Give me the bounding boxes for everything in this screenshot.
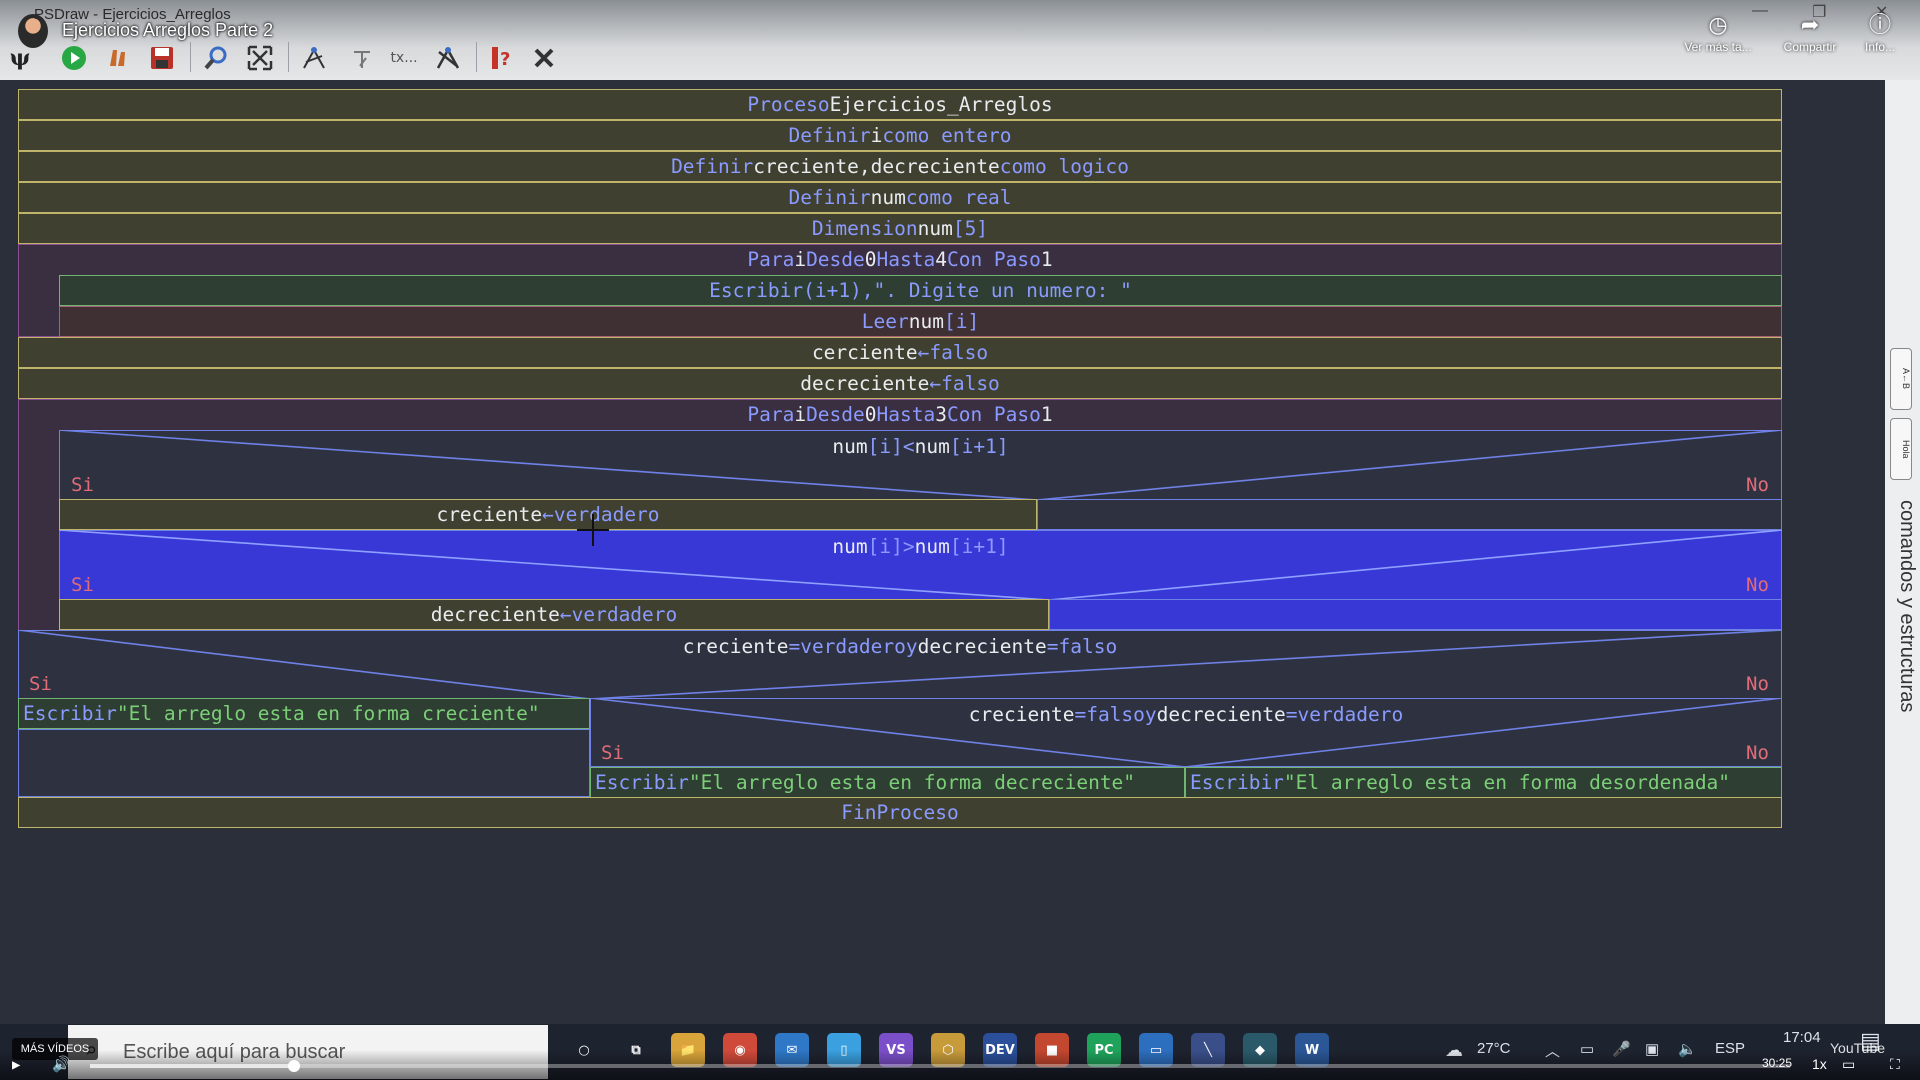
clock-time[interactable]: 17:04 xyxy=(1783,1029,1821,1046)
video-progress-knob[interactable] xyxy=(288,1060,300,1072)
no-branch-empty-2[interactable] xyxy=(1049,599,1782,630)
asignar-creciente-verdadero[interactable]: creciente ← verdadero xyxy=(59,499,1037,530)
definir-num-block[interactable]: Definir num como real xyxy=(18,182,1782,213)
edit-icon[interactable] xyxy=(298,42,330,74)
no-label: No xyxy=(1746,574,1769,596)
toolbar-separator xyxy=(476,42,477,72)
share-icon: ➦ xyxy=(1800,12,1820,37)
play-icon[interactable]: ▶ xyxy=(12,1057,20,1073)
video-title[interactable]: Ejercicios Arreglos Parte 2 xyxy=(62,20,273,41)
info-icon: ⓘ xyxy=(1868,12,1891,37)
help-icon[interactable]: ? xyxy=(486,42,518,74)
leer-block[interactable]: Leer num [i] xyxy=(59,306,1782,337)
speed-label[interactable]: 1x xyxy=(1812,1056,1827,1072)
escribir-decreciente-block[interactable]: Escribir "El arreglo esta en forma decre… xyxy=(590,767,1185,798)
condicion-4-diagonals xyxy=(590,698,1782,767)
video-time: 30:25 xyxy=(1762,1056,1793,1070)
video-progress-fill xyxy=(90,1064,294,1068)
si-label: Si xyxy=(29,673,52,695)
si-label: Si xyxy=(601,742,624,764)
definir-flags-block[interactable]: Definir creciente,decreciente como logic… xyxy=(18,151,1782,182)
save-icon[interactable] xyxy=(146,42,178,74)
share-button[interactable]: ➦ Compartir xyxy=(1770,10,1850,54)
no-label: No xyxy=(1746,742,1769,764)
dimension-block[interactable]: Dimension num [5] xyxy=(18,213,1782,244)
escribir-desordenada-block[interactable]: Escribir "El arreglo esta en forma desor… xyxy=(1185,767,1782,798)
psi-logo-icon[interactable]: ψ xyxy=(4,42,36,74)
no-label: No xyxy=(1746,673,1769,695)
volume-button-icon[interactable]: 🔊 xyxy=(52,1055,71,1073)
para-header-2[interactable]: Para i Desde 0 Hasta 3 Con Paso 1 xyxy=(18,399,1782,430)
tool-icon[interactable] xyxy=(432,42,464,74)
video-progress-track[interactable] xyxy=(90,1064,1790,1068)
finproceso-block[interactable]: FinProceso xyxy=(18,797,1782,828)
text-icon[interactable]: tx... xyxy=(388,42,420,74)
crosshair-cursor-icon xyxy=(577,514,609,546)
step-icon[interactable] xyxy=(102,42,134,74)
definir-i-block[interactable]: Definir i como entero xyxy=(18,120,1782,151)
no-label: No xyxy=(1746,474,1769,496)
youtube-watermark[interactable]: YouTube xyxy=(1830,1040,1885,1056)
toolbar-separator xyxy=(288,42,289,72)
close-icon[interactable] xyxy=(528,42,560,74)
escribir-creciente-block[interactable]: Escribir "El arreglo esta en forma creci… xyxy=(18,698,590,729)
zoom-icon[interactable] xyxy=(200,42,232,74)
asignar-cerciente-block[interactable]: cerciente ← falso xyxy=(18,337,1782,368)
asignar-decreciente-verdadero[interactable]: decreciente ← verdadero xyxy=(59,599,1049,630)
no-branch-empty-1[interactable] xyxy=(1037,499,1782,530)
run-icon[interactable] xyxy=(58,42,90,74)
fit-icon[interactable] xyxy=(244,42,276,74)
comment-icon[interactable] xyxy=(346,42,378,74)
condicion-1-diagonals xyxy=(59,430,1782,500)
para-header-1[interactable]: Para i Desde 0 Hasta 4 Con Paso 1 xyxy=(18,244,1782,275)
assign-tab[interactable]: A←B xyxy=(1890,348,1912,410)
si-label: Si xyxy=(71,474,94,496)
commands-label: comandos y estructuras xyxy=(1896,500,1918,713)
toolbar-separator xyxy=(190,42,191,72)
svg-text:?: ? xyxy=(500,49,510,70)
watch-later-button[interactable]: ◷ Ver más ta... xyxy=(1678,10,1758,54)
clock-icon: ◷ xyxy=(1708,12,1728,37)
fullscreen-icon[interactable]: ⛶ xyxy=(1890,1056,1900,1073)
asignar-decreciente-block[interactable]: decreciente ← falso xyxy=(18,368,1782,399)
info-button[interactable]: ⓘ Info... xyxy=(1840,10,1920,54)
escribir-prompt-block[interactable]: Escribir (i+1),". Digite un numero: " xyxy=(59,275,1782,306)
condicion-3-diagonals xyxy=(18,630,1782,699)
proceso-block[interactable]: Proceso Ejercicios_Arreglos xyxy=(18,89,1782,120)
si-branch-empty-3[interactable] xyxy=(18,729,590,797)
miniplayer-icon[interactable]: ▭ xyxy=(1842,1056,1855,1073)
condicion-2-diagonals xyxy=(59,530,1782,600)
write-tab[interactable]: Hola xyxy=(1890,418,1912,480)
si-label: Si xyxy=(71,574,94,596)
